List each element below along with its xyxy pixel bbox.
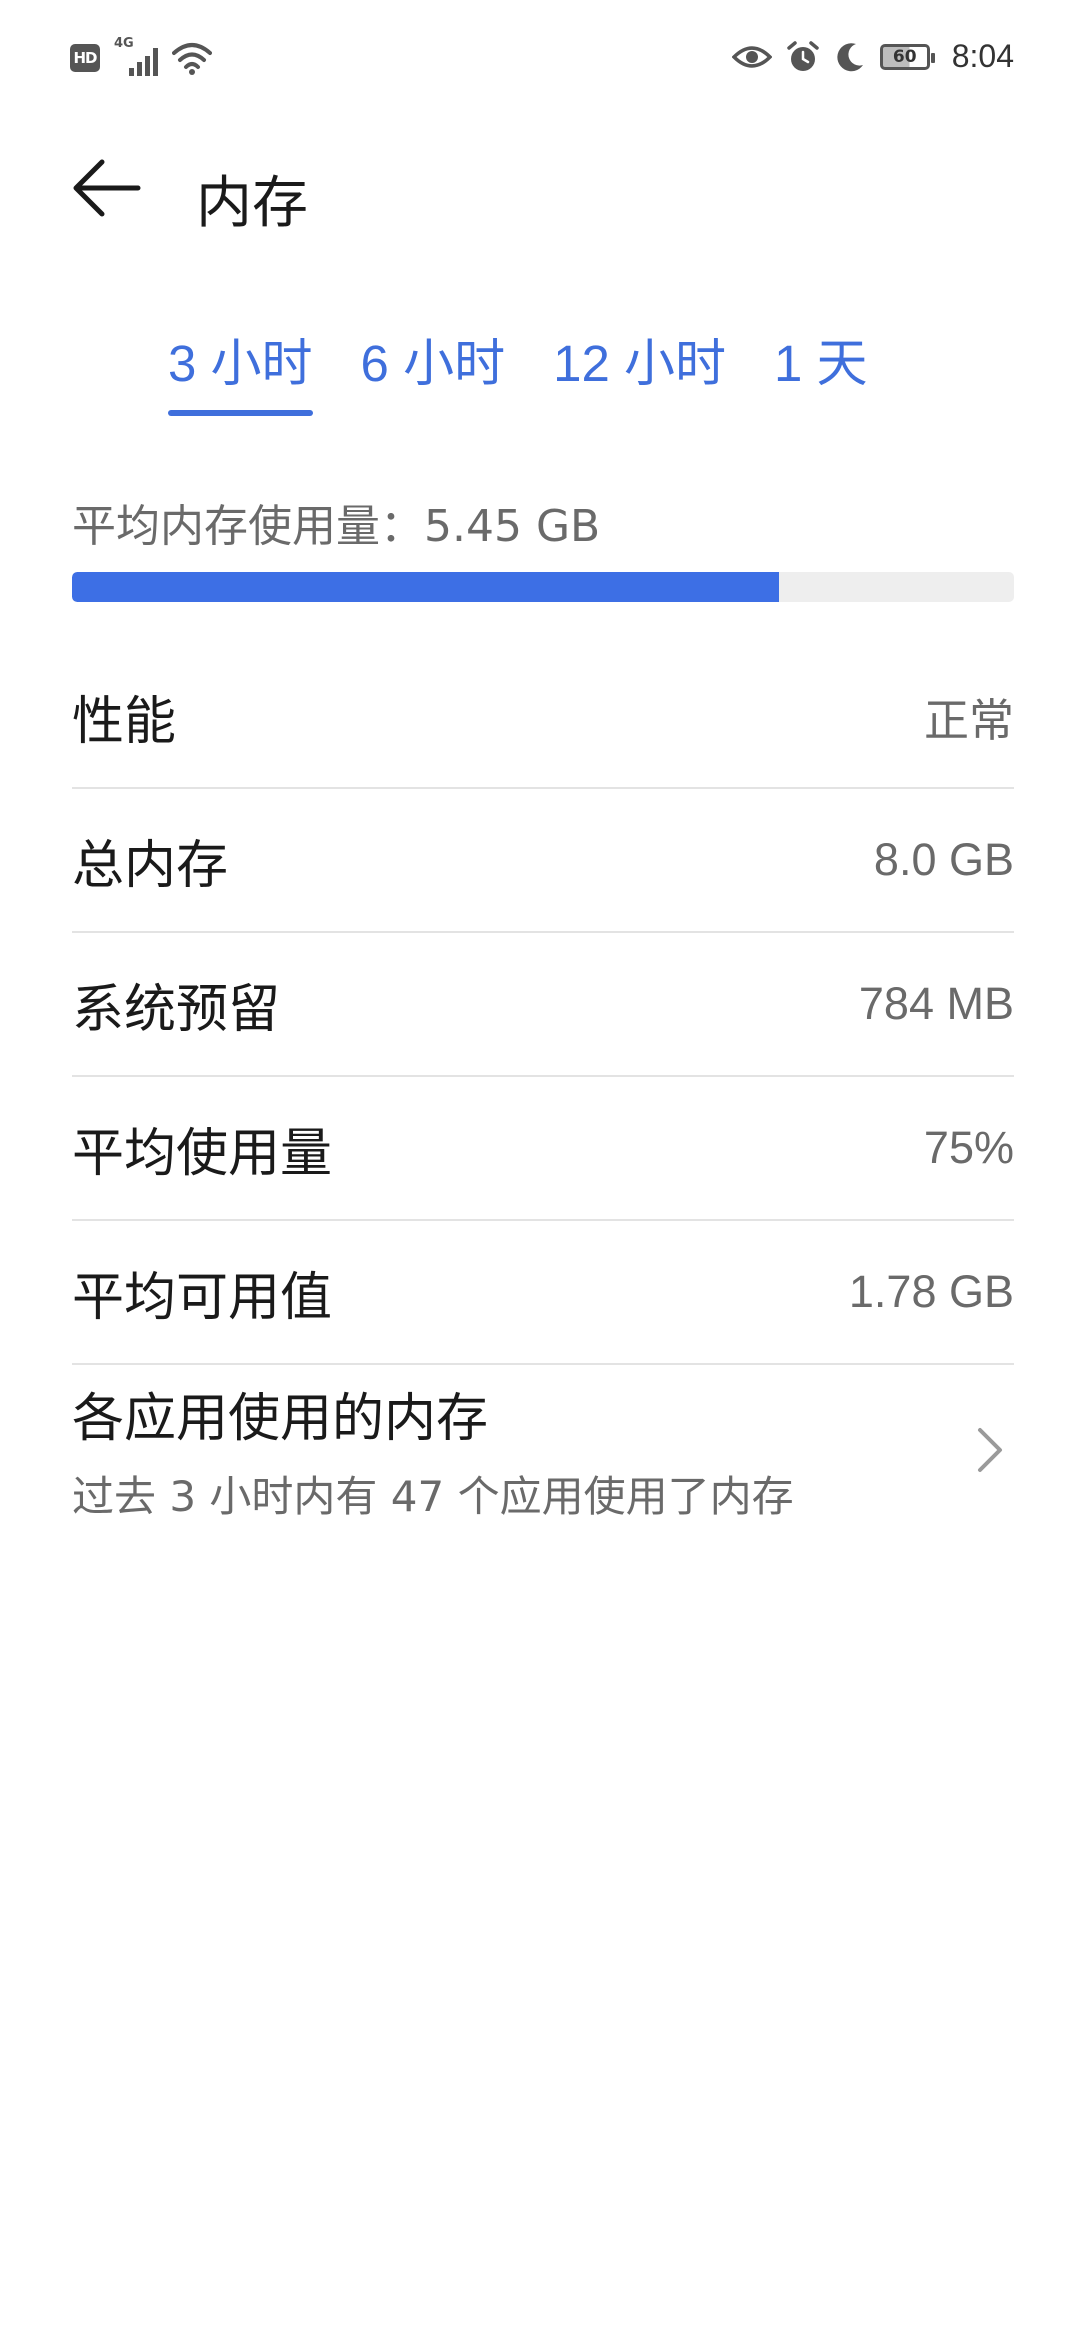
row-value: 75% [923,1122,1014,1173]
row-label: 性能 [72,691,177,752]
row-performance: 性能 正常 [72,645,1014,789]
alarm-icon [786,40,819,71]
clock: 8:04 [951,38,1014,74]
row-value: 1.78 GB [848,1266,1014,1317]
memory-usage-progress-fill [72,572,779,602]
row-label: 平均可用值 [72,1267,333,1328]
wifi-icon [172,43,212,75]
tab-12-hours[interactable]: 12 小时 [553,322,726,416]
app-memory-usage-title: 各应用使用的内存 [72,1389,489,1449]
back-arrow-icon[interactable] [66,150,146,230]
do-not-disturb-moon-icon [837,42,863,71]
app-header: 内存 [0,124,1080,256]
row-average-usage: 平均使用量 75% [72,1077,1014,1221]
status-bar: HD 4G 60 8:04 [0,0,1080,124]
row-label: 系统预留 [72,979,281,1040]
app-memory-usage-subtitle: 过去 3 小时内有 47 个应用使用了内存 [72,1472,794,1521]
row-total-memory: 总内存 8.0 GB [72,789,1014,933]
page-title: 内存 [196,171,308,236]
time-range-tabs: 3 小时 6 小时 12 小时 1 天 [168,322,868,416]
eye-comfort-icon [731,45,772,68]
average-memory-usage-label: 平均内存使用量：5.45 GB [72,501,601,552]
row-value: 8.0 GB [873,834,1014,885]
tab-6-hours[interactable]: 6 小时 [361,322,506,416]
row-average-available: 平均可用值 1.78 GB [72,1221,1014,1365]
row-label: 平均使用量 [72,1123,333,1184]
chevron-right-icon [978,1428,1002,1472]
hd-badge: HD [70,44,100,72]
row-value: 正常 [923,694,1014,746]
battery-icon: 60 [879,43,935,70]
row-system-reserved: 系统预留 784 MB [72,933,1014,1077]
app-memory-usage-entry[interactable]: 各应用使用的内存 过去 3 小时内有 47 个应用使用了内存 [72,1365,1014,1535]
row-label: 总内存 [72,835,229,896]
tab-1-day[interactable]: 1 天 [774,322,868,416]
row-value: 784 MB [858,978,1014,1029]
tab-3-hours[interactable]: 3 小时 [168,322,313,416]
memory-info-list: 性能 正常 总内存 8.0 GB 系统预留 784 MB 平均使用量 75% 平… [72,645,1014,1535]
memory-usage-progress-bar [72,572,1014,602]
status-right: 60 8:04 [731,38,1014,75]
cellular-signal-icon: 4G [114,36,158,78]
app-memory-usage-text: 各应用使用的内存 过去 3 小时内有 47 个应用使用了内存 [72,1376,794,1524]
status-left: HD 4G [70,36,212,78]
